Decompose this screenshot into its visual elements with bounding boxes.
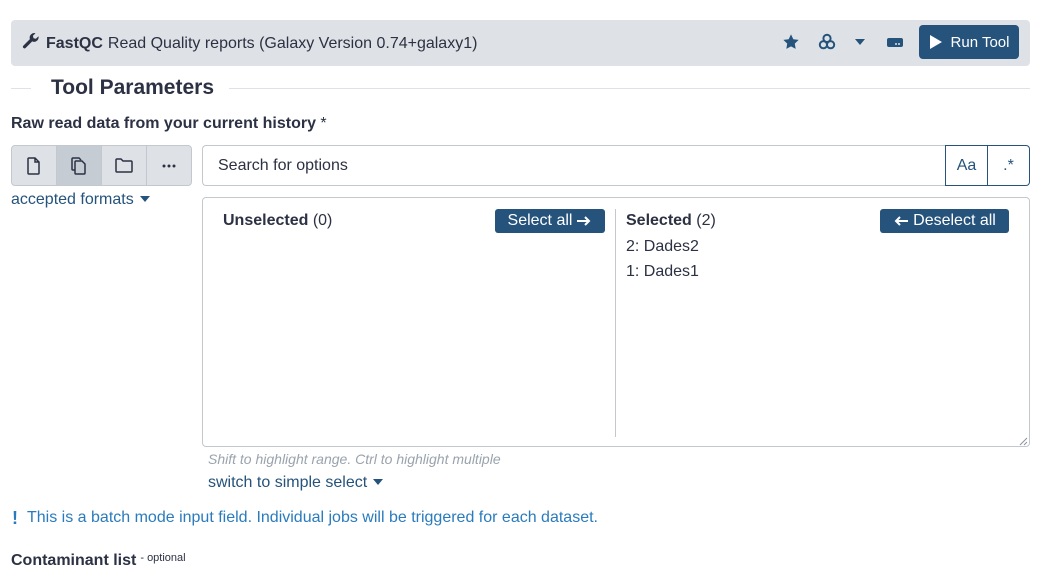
run-tool-button[interactable]: Run Tool	[919, 25, 1019, 59]
unselected-title: Unselected	[223, 212, 309, 229]
selected-item[interactable]: 1: Dades1	[626, 262, 699, 282]
collection-button[interactable]	[102, 146, 147, 185]
objects-icon[interactable]	[817, 32, 837, 52]
star-icon[interactable]	[781, 32, 801, 52]
run-tool-label: Run Tool	[950, 33, 1010, 51]
contaminant-list-title: Contaminant list	[11, 552, 137, 569]
ellipsis-icon	[162, 164, 176, 167]
more-options-button[interactable]	[147, 146, 191, 185]
selected-item[interactable]: 2: Dades2	[626, 237, 699, 257]
exclamation-icon: !	[12, 508, 18, 528]
unselected-count: (0)	[312, 212, 333, 229]
section-title: Tool Parameters	[51, 76, 215, 99]
wrench-icon	[22, 32, 40, 56]
optional-tag: - optional	[140, 552, 186, 564]
case-sensitive-toggle[interactable]: Aa	[945, 145, 988, 186]
resize-handle-icon[interactable]	[1018, 433, 1028, 451]
file-icon	[27, 156, 40, 175]
batch-mode-text: This is a batch mode input field. Indivi…	[27, 509, 598, 526]
play-icon	[929, 35, 942, 49]
source-toggle-group	[11, 145, 192, 186]
select-all-button[interactable]: Select all	[495, 209, 605, 233]
caret-down-icon	[139, 196, 150, 202]
tool-title: FastQC Read Quality reports (Galaxy Vers…	[22, 32, 477, 56]
search-options-input[interactable]	[202, 145, 946, 186]
tool-version-title: Read Quality reports (Galaxy Version 0.7…	[107, 35, 478, 52]
selected-heading: Selected (2)	[626, 211, 716, 231]
switch-to-simple-select[interactable]: switch to simple select	[208, 473, 384, 493]
param-label: Raw read data from your current history …	[11, 114, 327, 134]
hdd-icon[interactable]	[885, 32, 905, 52]
tool-name: FastQC	[46, 35, 103, 52]
single-dataset-button[interactable]	[12, 146, 57, 185]
caret-down-icon	[373, 479, 384, 485]
selection-divider	[615, 209, 616, 437]
selected-count: (2)	[696, 212, 716, 229]
selection-panel	[202, 197, 1030, 447]
arrow-right-icon	[577, 216, 591, 226]
select-all-label: Select all	[507, 212, 573, 229]
multiple-datasets-button[interactable]	[57, 146, 102, 185]
section-divider-left	[11, 88, 31, 89]
required-mark: *	[320, 115, 327, 132]
section-divider-right	[229, 88, 1030, 89]
arrow-left-icon	[894, 216, 909, 226]
accepted-formats-label: accepted formats	[11, 191, 134, 208]
accepted-formats-toggle[interactable]: accepted formats	[11, 190, 150, 210]
copy-icon	[71, 156, 86, 175]
caret-down-icon[interactable]	[853, 32, 867, 52]
contaminant-list-label: Contaminant list - optional	[11, 548, 186, 571]
deselect-all-button[interactable]: Deselect all	[880, 209, 1009, 233]
regex-toggle[interactable]: .*	[988, 145, 1030, 186]
switch-label: switch to simple select	[208, 474, 368, 491]
folder-icon	[115, 158, 133, 173]
selected-title: Selected	[626, 212, 692, 229]
batch-mode-notice: ! This is a batch mode input field. Indi…	[11, 508, 598, 528]
param-label-text: Raw read data from your current history	[11, 115, 316, 132]
selection-hint: Shift to highlight range. Ctrl to highli…	[208, 451, 501, 467]
deselect-all-label: Deselect all	[913, 212, 996, 229]
unselected-heading: Unselected (0)	[223, 211, 332, 231]
